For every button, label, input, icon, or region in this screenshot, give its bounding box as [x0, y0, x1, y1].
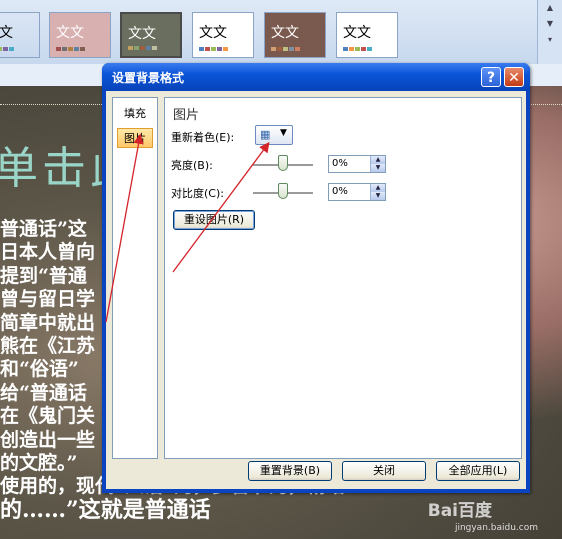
scroll-up-icon[interactable]: ▲	[538, 0, 562, 16]
close-icon[interactable]: ✕	[504, 67, 524, 87]
thumbnail-label: 文文	[0, 25, 13, 41]
chevron-down-icon: ▼	[280, 128, 287, 138]
contrast-slider-thumb[interactable]	[278, 183, 288, 199]
thumbnail-label: 文文	[56, 25, 84, 41]
thumbnail-label: 文文	[199, 25, 227, 41]
theme-thumbnail-4[interactable]: 文文	[192, 12, 254, 58]
apply-all-button[interactable]: 全部应用(L)	[436, 461, 520, 481]
theme-thumbnail-1[interactable]: 文文	[0, 12, 40, 58]
recolor-label: 重新着色(E):	[171, 131, 235, 144]
theme-thumbnail-5[interactable]: 文文	[264, 12, 326, 58]
thumbnail-label: 文文	[343, 25, 371, 41]
watermark-text: jingyan.baidu.com	[454, 523, 538, 533]
brightness-label: 亮度(B):	[171, 159, 213, 172]
design-ribbon: 文文 文文 文文 文文 文文 文文 ▲ ▼ ▾	[0, 0, 562, 65]
thumbnail-label: 文文	[271, 25, 299, 41]
thumbnail-label: 文文	[128, 26, 156, 42]
contrast-value[interactable]: 0%	[332, 186, 348, 197]
contrast-label: 对比度(C):	[171, 187, 224, 200]
theme-thumbnail-2[interactable]: 文文	[49, 12, 111, 58]
brightness-value[interactable]: 0%	[332, 158, 348, 169]
nav-fill[interactable]: 填充	[117, 104, 153, 124]
spin-down-icon[interactable]: ▼	[370, 164, 385, 172]
category-list: 填充 图片	[112, 97, 158, 459]
dialog-body: 填充 图片 图片 重新着色(E): ▦ ▼ 亮度(B): 0% ▲ ▼ 对比度(…	[106, 91, 526, 489]
picture-settings-panel: 图片 重新着色(E): ▦ ▼ 亮度(B): 0% ▲ ▼ 对比度(C): 0%…	[164, 97, 522, 459]
contrast-spinner[interactable]: 0% ▲ ▼	[328, 183, 386, 201]
spin-up-icon[interactable]: ▲	[370, 184, 385, 192]
nav-picture[interactable]: 图片	[117, 128, 153, 148]
spin-up-icon[interactable]: ▲	[370, 156, 385, 164]
more-icon[interactable]: ▾	[538, 32, 562, 48]
dialog-titlebar[interactable]: 设置背景格式 ? ✕	[102, 63, 530, 91]
reset-background-button[interactable]: 重置背景(B)	[248, 461, 332, 481]
spin-down-icon[interactable]: ▼	[370, 192, 385, 200]
recolor-dropdown[interactable]: ▦ ▼	[255, 125, 293, 145]
reset-picture-button[interactable]: 重设图片(R)	[173, 210, 255, 230]
brightness-slider-thumb[interactable]	[278, 155, 288, 171]
brightness-spinner[interactable]: 0% ▲ ▼	[328, 155, 386, 173]
gallery-scroll[interactable]: ▲ ▼ ▾	[537, 0, 562, 64]
help-button[interactable]: ?	[481, 67, 501, 87]
theme-thumbnail-6[interactable]: 文文	[336, 12, 398, 58]
recolor-icon: ▦	[260, 128, 271, 141]
dialog-title: 设置背景格式	[112, 71, 185, 85]
close-button[interactable]: 关闭	[342, 461, 426, 481]
scroll-down-icon[interactable]: ▼	[538, 16, 562, 32]
baidu-logo: Bai百度	[427, 501, 492, 521]
section-title: 图片	[173, 108, 200, 123]
theme-thumbnail-3[interactable]: 文文	[120, 12, 182, 58]
format-background-dialog: 设置背景格式 ? ✕ 填充 图片 图片 重新着色(E): ▦ ▼ 亮度(B): …	[102, 63, 530, 493]
